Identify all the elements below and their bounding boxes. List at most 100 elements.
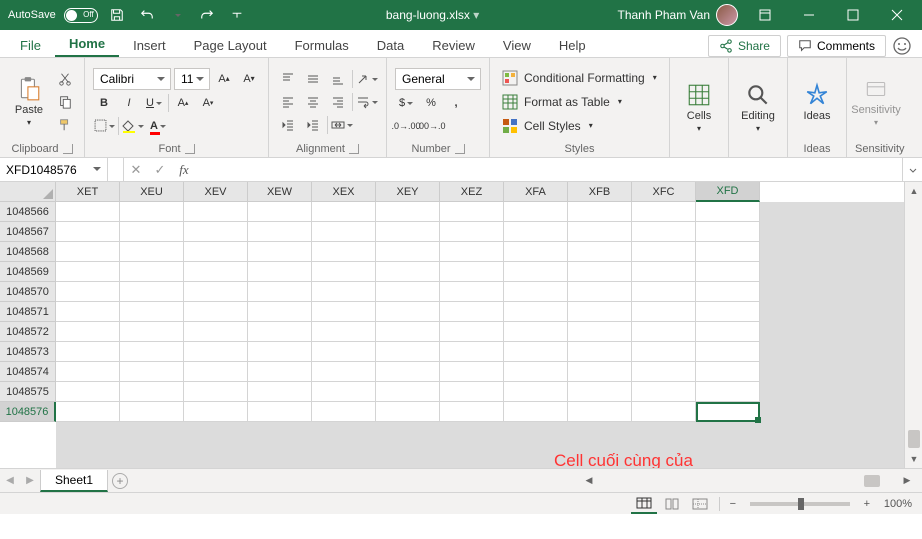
scroll-right-icon[interactable]: ▶ <box>898 472 916 490</box>
cell[interactable] <box>184 242 248 262</box>
tab-home[interactable]: Home <box>55 32 119 57</box>
cell[interactable] <box>184 202 248 222</box>
cell[interactable] <box>440 242 504 262</box>
cell[interactable] <box>120 282 184 302</box>
cell[interactable] <box>504 262 568 282</box>
column-header[interactable]: XFA <box>504 182 568 202</box>
cell[interactable] <box>312 262 376 282</box>
align-bottom-icon[interactable] <box>327 69 349 89</box>
cell[interactable] <box>568 202 632 222</box>
accounting-format-icon[interactable]: $ <box>395 93 417 113</box>
row-header[interactable]: 1048573 <box>0 342 56 362</box>
page-layout-view-icon[interactable] <box>659 494 685 514</box>
cell[interactable] <box>120 262 184 282</box>
cell[interactable] <box>56 262 120 282</box>
paste-button[interactable]: Paste▾ <box>8 62 50 141</box>
cell[interactable] <box>440 322 504 342</box>
cell[interactable] <box>504 222 568 242</box>
orientation-icon[interactable] <box>356 69 378 89</box>
align-center-icon[interactable] <box>302 92 324 112</box>
cell[interactable] <box>248 222 312 242</box>
cell[interactable] <box>184 222 248 242</box>
cell[interactable] <box>696 222 760 242</box>
zoom-in-button[interactable]: + <box>860 498 874 510</box>
undo-icon[interactable] <box>136 4 158 26</box>
cell[interactable] <box>56 402 120 422</box>
fill-color-icon[interactable] <box>122 116 144 136</box>
decrease-font-alt-icon[interactable]: A▾ <box>197 93 219 113</box>
cell[interactable] <box>120 242 184 262</box>
cell[interactable] <box>184 262 248 282</box>
sheet-nav-prev-icon[interactable]: ◀ <box>0 469 20 493</box>
row-header[interactable]: 1048566 <box>0 202 56 222</box>
row-header[interactable]: 1048568 <box>0 242 56 262</box>
row-header[interactable]: 1048574 <box>0 362 56 382</box>
cell[interactable] <box>568 242 632 262</box>
cell[interactable] <box>504 402 568 422</box>
zoom-level[interactable]: 100% <box>884 498 912 510</box>
comma-format-icon[interactable]: , <box>445 93 467 113</box>
tab-formulas[interactable]: Formulas <box>281 34 363 57</box>
cell[interactable] <box>312 302 376 322</box>
zoom-out-button[interactable]: − <box>726 498 740 510</box>
cell[interactable] <box>376 322 440 342</box>
scroll-thumb-vertical[interactable] <box>908 430 920 448</box>
horizontal-scrollbar[interactable]: ◀ ▶ <box>138 472 916 490</box>
cell[interactable] <box>120 302 184 322</box>
scroll-up-icon[interactable]: ▲ <box>905 182 922 200</box>
sheet-tab-sheet1[interactable]: Sheet1 <box>40 470 108 492</box>
cell[interactable] <box>440 302 504 322</box>
cell[interactable] <box>568 402 632 422</box>
cell[interactable] <box>504 362 568 382</box>
cell[interactable] <box>312 202 376 222</box>
cell-styles-button[interactable]: Cell Styles▾ <box>498 116 661 136</box>
cell[interactable] <box>248 402 312 422</box>
cell[interactable] <box>184 402 248 422</box>
cell[interactable] <box>184 302 248 322</box>
cell[interactable] <box>568 282 632 302</box>
cell[interactable] <box>120 382 184 402</box>
align-right-icon[interactable] <box>327 92 349 112</box>
increase-font-alt-icon[interactable]: A▴ <box>172 93 194 113</box>
cell[interactable] <box>504 282 568 302</box>
cell[interactable] <box>312 242 376 262</box>
align-left-icon[interactable] <box>277 92 299 112</box>
cell[interactable] <box>248 302 312 322</box>
scroll-down-icon[interactable]: ▼ <box>905 450 922 468</box>
percent-format-icon[interactable]: % <box>420 93 442 113</box>
vertical-scrollbar[interactable]: ▲ ▼ <box>904 182 922 468</box>
cell[interactable] <box>568 302 632 322</box>
cell[interactable] <box>376 402 440 422</box>
tab-file[interactable]: File <box>6 34 55 57</box>
cell[interactable] <box>376 302 440 322</box>
cell[interactable] <box>376 382 440 402</box>
cell[interactable] <box>56 382 120 402</box>
cell[interactable] <box>696 382 760 402</box>
cell[interactable] <box>440 202 504 222</box>
cell[interactable] <box>184 282 248 302</box>
cell[interactable] <box>248 242 312 262</box>
cell[interactable] <box>632 342 696 362</box>
cell[interactable] <box>248 342 312 362</box>
cell[interactable] <box>632 402 696 422</box>
italic-button[interactable]: I <box>118 93 140 113</box>
cell[interactable] <box>440 402 504 422</box>
cell[interactable] <box>248 282 312 302</box>
underline-button[interactable]: U <box>143 93 165 113</box>
row-header[interactable]: 1048576 <box>0 402 56 422</box>
sensitivity-button[interactable]: Sensitivity▾ <box>855 62 897 141</box>
cell[interactable] <box>632 322 696 342</box>
cell[interactable] <box>568 382 632 402</box>
cell[interactable] <box>376 202 440 222</box>
cell[interactable] <box>376 262 440 282</box>
cell[interactable] <box>504 322 568 342</box>
cell[interactable] <box>504 302 568 322</box>
cell[interactable] <box>312 342 376 362</box>
font-color-icon[interactable]: A <box>147 116 169 136</box>
cell[interactable] <box>56 202 120 222</box>
cell[interactable] <box>632 362 696 382</box>
sheet-nav-next-icon[interactable]: ▶ <box>20 469 40 493</box>
new-sheet-button[interactable]: + <box>108 469 132 493</box>
cell[interactable] <box>568 222 632 242</box>
cell[interactable] <box>504 242 568 262</box>
